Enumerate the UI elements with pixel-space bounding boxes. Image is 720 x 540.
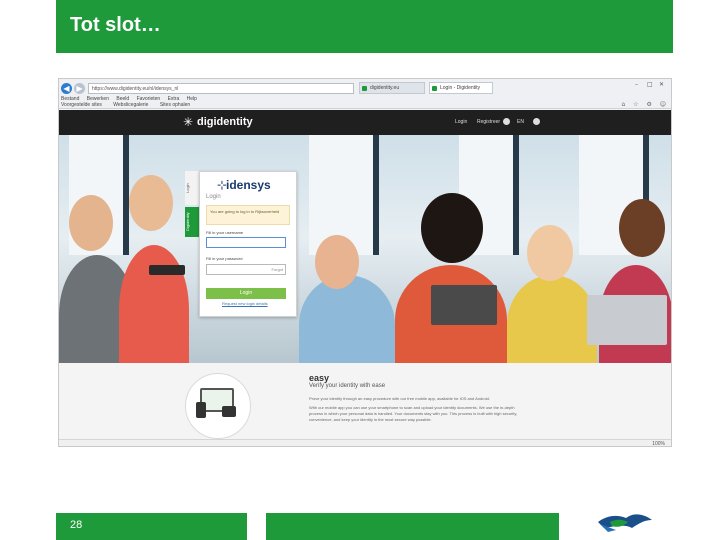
easy-subtitle: Verify your identity with ease	[309, 383, 386, 389]
phone-icon	[196, 402, 206, 418]
globe-icon[interactable]	[503, 118, 510, 125]
site-logo[interactable]: digidentity	[197, 116, 253, 128]
request-login-link[interactable]: Request new login details	[222, 301, 268, 306]
browser-tab-2[interactable]: Login - Digidentity	[429, 82, 493, 94]
easy-title: easy	[309, 373, 330, 383]
favorite-item[interactable]: Voorgestelde sites	[61, 102, 102, 108]
login-notice: You are going to log in to Rijksoverheid	[206, 205, 290, 225]
easy-paragraph: process in which your personal data is h…	[309, 411, 518, 416]
organization-logo-icon	[598, 514, 652, 532]
title-bar: Tot slot…	[56, 0, 673, 53]
person-head	[129, 175, 173, 231]
command-icons[interactable]: ⌂ ☆ ⚙ ☺	[621, 101, 669, 108]
person-photo	[507, 275, 597, 363]
app-illustration	[185, 373, 251, 439]
browser-status-bar: 100%	[59, 439, 671, 446]
easy-paragraph: convenience, and keep your identity in t…	[309, 417, 432, 422]
person-photo	[299, 275, 395, 363]
username-input[interactable]	[206, 237, 286, 248]
zoom-level[interactable]: 100%	[652, 441, 665, 446]
footer-left-bar: 28	[56, 513, 247, 540]
smartphone	[149, 265, 185, 275]
idensys-logo: idensys	[226, 178, 271, 192]
person-head	[69, 195, 113, 251]
footer-middle-bar	[266, 513, 559, 540]
person-head	[315, 235, 359, 289]
info-section: easy Verify your identity with ease Prov…	[59, 363, 671, 439]
nav-login[interactable]: Login	[455, 119, 467, 125]
tab-label: Login - Digidentity	[440, 85, 481, 91]
person-head	[527, 225, 573, 281]
login-card: ⊹ idensys Login You are going to log in …	[199, 171, 297, 317]
easy-paragraph: With our mobile app you can use your sma…	[309, 405, 515, 410]
maximize-icon[interactable]: □	[647, 81, 653, 88]
help-icon[interactable]	[533, 118, 540, 125]
forward-icon[interactable]: ▶	[74, 83, 85, 94]
forgot-password-hint[interactable]: Forgot	[271, 265, 283, 275]
password-label: Fill in your password	[206, 256, 243, 261]
password-input[interactable]: Forgot	[206, 264, 286, 275]
username-label: Fill in your username	[206, 230, 244, 235]
browser-chrome: ◀ ▶ https://www.digidentity.eu/nl/idensy…	[59, 79, 671, 109]
login-title: Login	[206, 194, 221, 200]
person-head	[421, 193, 483, 263]
slide: Tot slot… ◀ ▶ https://www.digidentity.eu…	[0, 0, 720, 540]
tab-label: digidentity.eu	[370, 85, 400, 91]
favicon-icon	[432, 86, 437, 91]
nav-register[interactable]: Registreer	[477, 119, 500, 125]
page-number: 28	[70, 519, 83, 531]
close-icon[interactable]: ✕	[659, 81, 664, 88]
digidentity-logo-icon: ✳	[183, 115, 194, 129]
laptop	[587, 295, 667, 345]
easy-paragraph: Prove your identity through an easy proc…	[309, 396, 490, 401]
person-photo	[119, 245, 189, 363]
favicon-icon	[362, 86, 367, 91]
tab-digidentity[interactable]: Digidentity	[185, 207, 199, 237]
favorite-item[interactable]: Sites ophalen	[160, 102, 190, 108]
hero-photo	[59, 135, 671, 363]
tablet-icon	[222, 406, 236, 417]
tab-login[interactable]: Login	[185, 171, 199, 205]
browser-tab-1[interactable]: digidentity.eu	[359, 82, 425, 94]
nav-language[interactable]: EN	[517, 119, 524, 125]
person-head	[619, 199, 665, 257]
tablet	[431, 285, 497, 325]
browser-screenshot: ◀ ▶ https://www.digidentity.eu/nl/idensy…	[58, 78, 672, 447]
login-button[interactable]: Login	[206, 288, 286, 299]
favorite-item[interactable]: Webslicegalerie	[113, 102, 148, 108]
slide-title: Tot slot…	[70, 14, 161, 36]
minimize-icon[interactable]: –	[635, 81, 638, 88]
favorites-bar: Voorgestelde sites Webslicegalerie Sites…	[61, 102, 200, 108]
address-bar[interactable]: https://www.digidentity.eu/nl/idensys_nl	[88, 83, 354, 94]
site-header: ✳ digidentity Login Registreer EN	[59, 110, 671, 135]
back-icon[interactable]: ◀	[61, 83, 72, 94]
